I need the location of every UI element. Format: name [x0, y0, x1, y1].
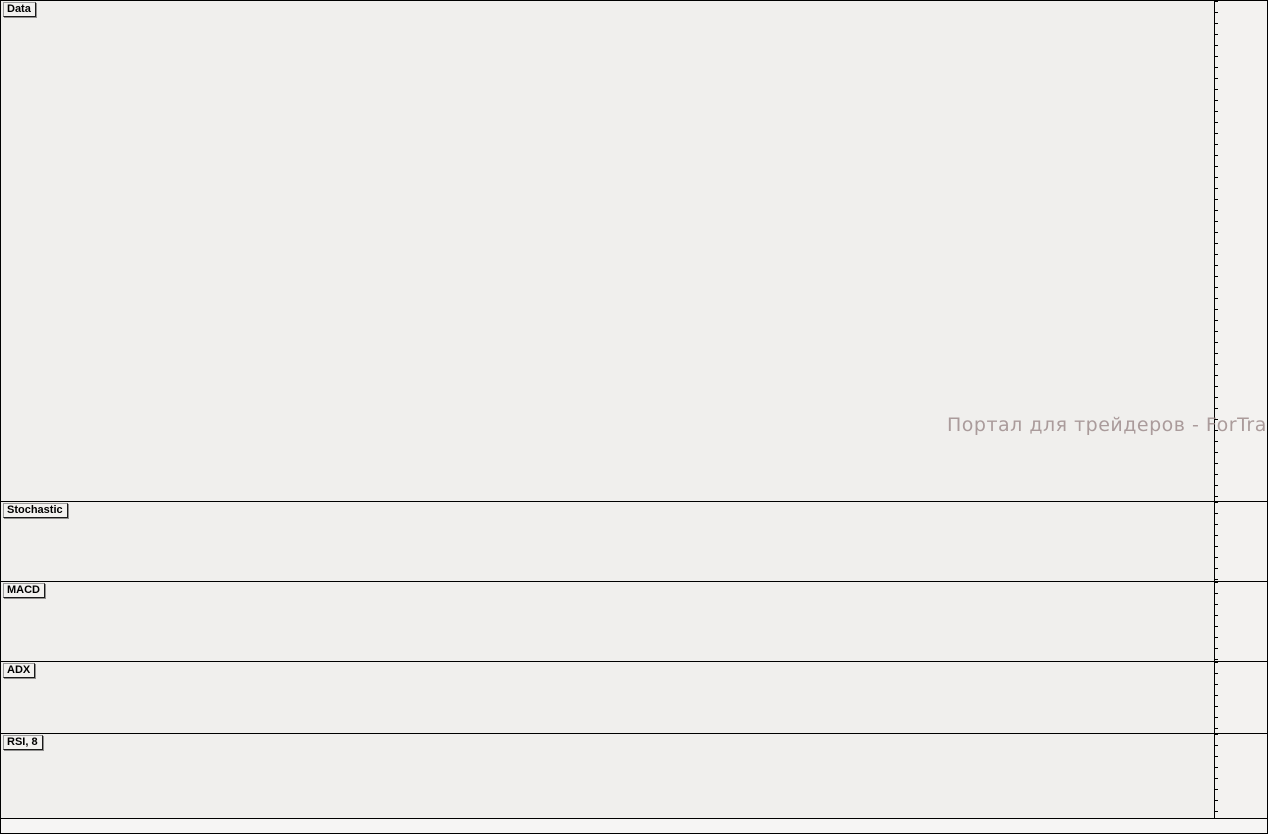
panel-label-rsi: RSI, 8: [3, 735, 43, 750]
rsi-canvas[interactable]: [1, 734, 1214, 818]
adx-canvas[interactable]: [1, 662, 1214, 733]
trading-chart-window: Data Stochastic MACD ADX RSI, 8 Портал д…: [0, 0, 1268, 834]
panel-separator: [1, 501, 1268, 502]
adx-scale[interactable]: [1214, 662, 1268, 733]
time-axis[interactable]: [1, 819, 1268, 834]
macd-scale[interactable]: [1214, 582, 1268, 661]
panel-separator: [1, 733, 1268, 734]
panel-label-adx: ADX: [3, 663, 35, 678]
panel-label-macd: MACD: [3, 583, 45, 598]
panel-label-data: Data: [3, 2, 36, 17]
panel-separator: [1, 661, 1268, 662]
panel-separator: [1, 581, 1268, 582]
panel-label-stochastic: Stochastic: [3, 503, 68, 518]
stochastic-canvas[interactable]: [1, 502, 1214, 581]
rsi-scale[interactable]: [1214, 734, 1268, 819]
stochastic-scale[interactable]: [1214, 502, 1268, 581]
macd-canvas[interactable]: [1, 582, 1214, 661]
watermark: Портал для трейдеров - ForTrader.ru: [947, 414, 1268, 436]
